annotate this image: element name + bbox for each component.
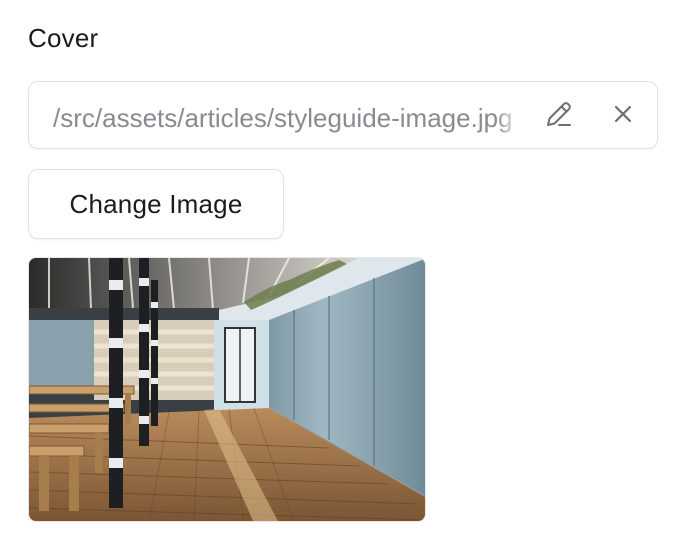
clear-path-button[interactable] <box>607 100 639 132</box>
cover-label: Cover <box>28 23 99 53</box>
cover-path-value[interactable]: /src/assets/articles/styleguide-image.jp… <box>53 101 523 135</box>
pencil-icon <box>544 99 574 134</box>
edit-path-button[interactable] <box>543 100 575 132</box>
close-icon <box>612 103 634 130</box>
change-image-button[interactable]: Change Image <box>28 169 284 239</box>
cover-path-field[interactable]: /src/assets/articles/styleguide-image.jp… <box>28 81 658 149</box>
walkway-photo <box>29 258 425 521</box>
cover-image-preview <box>28 257 426 522</box>
